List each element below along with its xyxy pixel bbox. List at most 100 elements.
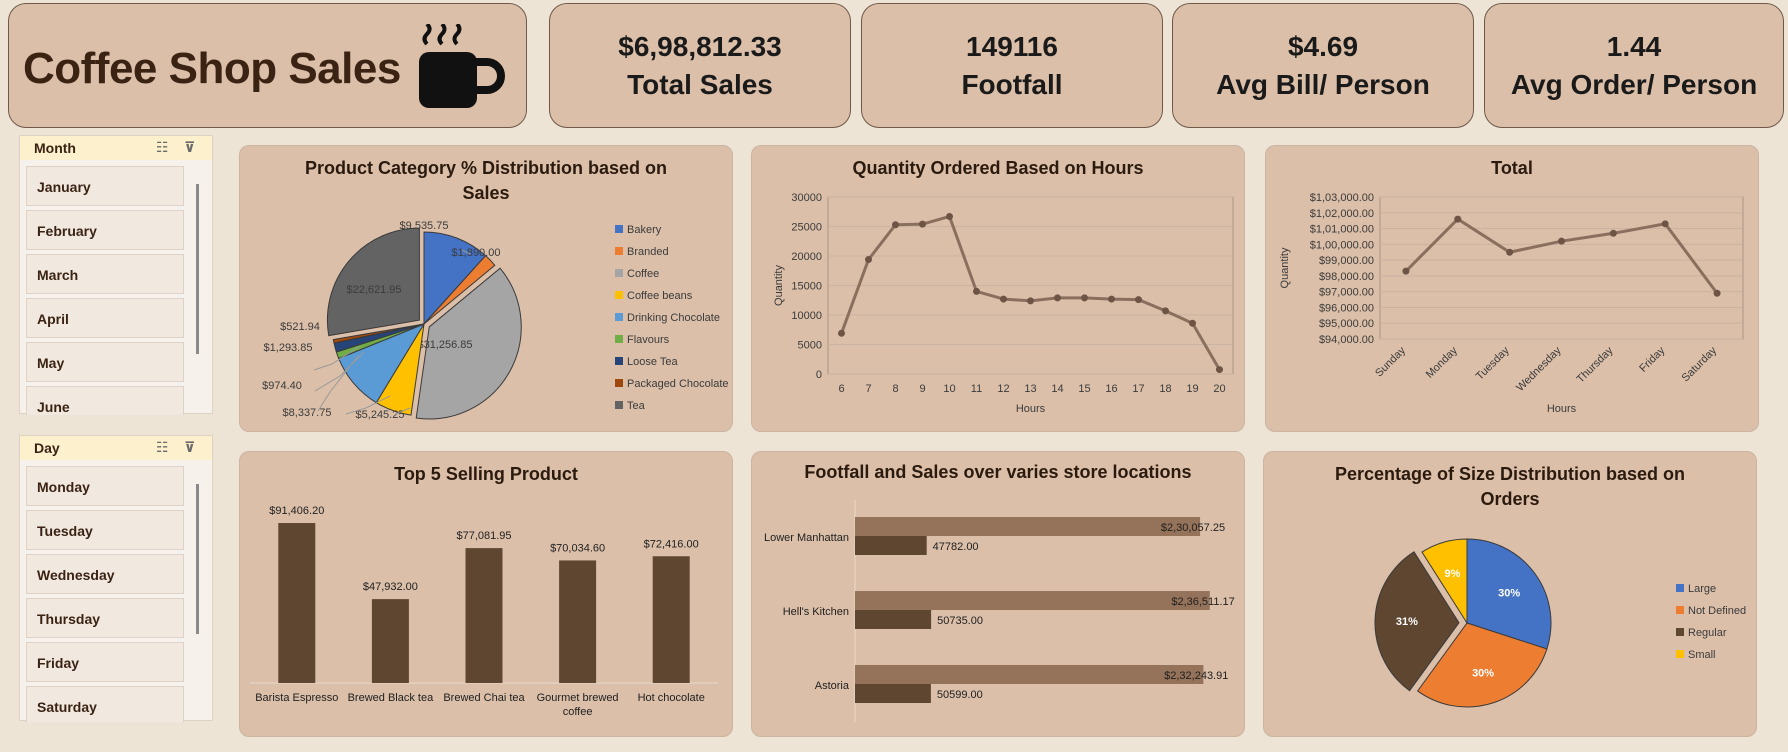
slicer-item-month[interactable]: June [26,386,184,415]
slicer-item-month[interactable]: April [26,298,184,338]
legend-label: Loose Tea [627,356,678,368]
x-tick-label: Friday [1637,344,1667,374]
slicer-item-day[interactable]: Friday [26,642,184,682]
slicer-item-day[interactable]: Monday [26,466,184,506]
top-products-bar-chart: $91,406.20 Barista Espresso $47,932.00 Brew… [250,505,718,718]
clear-filter-icon[interactable]: ⊽ [184,439,195,456]
slicer-item-month[interactable]: March [26,254,184,294]
kpi-value: 149116 [966,30,1058,62]
top-products-panel: Top 5 Selling Product $91,406.20 Barista … [239,451,733,737]
y-tick-label: $98,000.00 [1319,271,1374,283]
data-label: $22,621.95 [346,284,401,296]
hourly-quantity-line-chart: 0 5000 10000 15000 20000 25000 30000 6 7 8 9 10 11 12… [773,192,1234,415]
data-point [1661,220,1669,228]
x-tick-label: Brewed Chai tea [443,692,525,704]
x-tick-label: 8 [892,383,898,395]
data-label: $2,36,511.17 [1171,596,1234,608]
data-label: $91,406.20 [269,505,324,517]
series-line [1404,217,1719,295]
x-tick-label: 18 [1159,383,1171,395]
bar-sales [855,591,1210,610]
legend-label: Not Defined [1688,605,1746,617]
legend-swatch [615,379,623,387]
kpi-value: $4.69 [1287,30,1359,62]
plot-area [1379,196,1744,340]
slicer-item-month[interactable]: February [26,210,184,250]
legend-swatch [615,313,623,321]
slicer-item-month[interactable]: January [26,166,184,206]
data-label: 50735.00 [937,615,983,627]
data-label: $31,256.85 [417,339,472,351]
data-point [1609,229,1617,237]
data-point [1713,289,1721,297]
data-label: 31% [1396,616,1418,628]
y-tick-label: 15000 [791,281,822,293]
data-point [1189,319,1196,327]
slicer-item-month[interactable]: May [26,342,184,382]
data-point [1081,294,1088,302]
x-tick-label: Wednesday [1514,344,1564,394]
multi-select-icon[interactable]: ☷ [156,439,169,456]
day-slicer[interactable]: Day ☷ ⊽ Monday Tuesday Wednesday Thursda… [19,435,213,722]
bar-sales [855,665,1204,684]
y-tick-label: $1,01,000.00 [1310,224,1374,236]
data-point [892,221,899,229]
weekday-total-line-chart: $94,000.00 $95,000.00 $96,000.00 $97,000.00… [1279,192,1744,415]
data-label: 50599.00 [937,689,983,701]
legend-swatch [1676,606,1684,614]
x-tick-label: Thursday [1575,344,1616,385]
bar [559,560,597,683]
y-tick-label: $94,000.00 [1319,334,1374,346]
slicer-item-day[interactable]: Tuesday [26,510,184,550]
kpi-value: $6,98,812.33 [618,30,782,62]
slicer-item-day[interactable]: Saturday [26,686,184,722]
day-scrollbar[interactable] [196,484,199,634]
y-axis-label: Quantity [773,265,785,306]
legend-label: Branded [627,246,669,258]
month-slicer-header: Month ☷ ⊽ [20,136,212,160]
leader-line [317,355,359,412]
y-tick-label: Hell's Kitchen [783,606,849,618]
pie-slice [326,227,420,337]
y-tick-label: 5000 [798,340,822,352]
data-point [1402,267,1410,275]
kpi-label: Avg Bill/ Person [1216,68,1430,100]
legend-label: Drinking Chocolate [627,312,720,324]
legend-label: Coffee beans [627,290,693,302]
slicer-item-day[interactable]: Thursday [26,598,184,638]
data-point [1054,294,1061,302]
data-point [1135,296,1142,304]
data-point [946,212,953,220]
clear-filter-icon[interactable]: ⊽ [184,139,195,156]
month-scrollbar[interactable] [196,184,199,354]
multi-select-icon[interactable]: ☷ [156,139,169,156]
legend-swatch [615,357,623,365]
y-tick-label: 0 [816,369,822,381]
x-tick-label: 11 [971,383,982,395]
bar-footfall [855,536,927,555]
kpi-total-sales: $6,98,812.33 Total Sales [549,3,851,128]
data-point [1216,366,1223,374]
x-tick-label: 13 [1024,383,1036,395]
slicer-title: Day [34,440,60,456]
x-tick-label: 17 [1132,383,1144,395]
legend-swatch [1676,628,1684,636]
x-tick-label: Monday [1424,344,1461,381]
y-tick-label: $99,000.00 [1319,255,1374,267]
x-tick-label: Brewed Black tea [348,692,434,704]
legend-label: Small [1688,649,1716,661]
legend-label: Flavours [627,334,670,346]
slicer-item-day[interactable]: Wednesday [26,554,184,594]
month-slicer[interactable]: Month ☷ ⊽ January February March April M… [19,135,213,415]
y-tick-label: 20000 [791,251,822,263]
store-locations-panel: Footfall and Sales over varies store loc… [751,451,1245,737]
legend-label: Tea [627,400,646,412]
kpi-avg-bill: $4.69 Avg Bill/ Person [1172,3,1474,128]
data-label: $2,32,243.91 [1164,670,1228,682]
y-tick-label: 25000 [791,222,822,234]
legend-swatch [615,225,623,233]
x-tick-label: Sunday [1373,344,1408,379]
x-tick-label: Tuesday [1474,344,1512,382]
data-point [1000,295,1007,303]
x-tick-label: 19 [1186,383,1198,395]
